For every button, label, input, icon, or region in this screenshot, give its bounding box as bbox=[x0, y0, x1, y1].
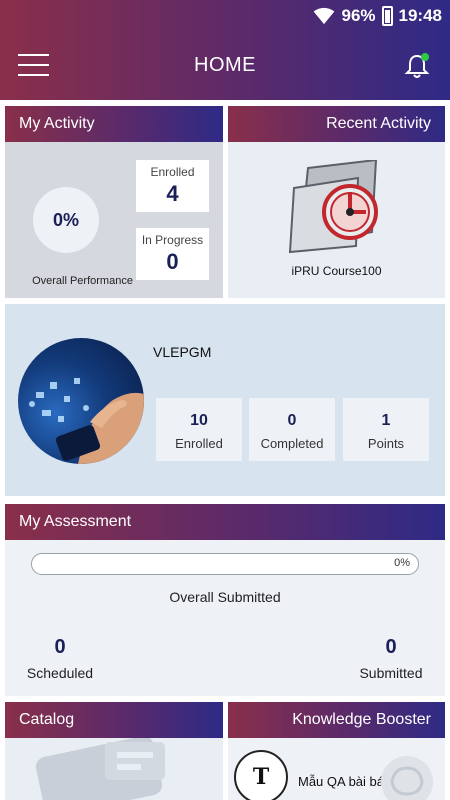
scheduled-stat: 0 Scheduled bbox=[25, 636, 95, 681]
course-icon bbox=[288, 160, 378, 254]
in-progress-box: In Progress 0 bbox=[136, 228, 209, 280]
catalog-card[interactable] bbox=[5, 738, 223, 800]
profile-card: VLEPGM 10 Enrolled 0 Completed 1 Points bbox=[5, 304, 445, 496]
in-progress-value: 0 bbox=[166, 249, 179, 274]
top-bar: 96% 19:48 HOME bbox=[0, 0, 450, 100]
profile-stat-value: 10 bbox=[190, 412, 208, 429]
submitted-stat: 0 Submitted bbox=[353, 636, 429, 681]
performance-label: Overall Performance bbox=[32, 275, 133, 287]
recent-activity-card[interactable]: iPRU Course100 bbox=[228, 142, 445, 298]
knowledge-booster-card[interactable]: T Mẫu QA bài báo bbox=[228, 738, 445, 800]
assessment-progress-bar: 0% bbox=[31, 553, 419, 575]
profile-stat-completed[interactable]: 0 Completed bbox=[249, 398, 335, 461]
profile-stat-label: Enrolled bbox=[175, 436, 223, 451]
profile-stat-value: 0 bbox=[287, 412, 297, 429]
bell-icon[interactable] bbox=[404, 52, 430, 80]
profile-name: VLEPGM bbox=[153, 344, 212, 360]
profile-stat-points[interactable]: 1 Points bbox=[343, 398, 429, 461]
battery-percent: 96% bbox=[341, 6, 376, 25]
knowledge-booster-header[interactable]: Knowledge Booster bbox=[228, 702, 445, 738]
clock: 19:48 bbox=[398, 6, 442, 25]
page-title: HOME bbox=[194, 54, 256, 76]
profile-stat-label: Points bbox=[367, 436, 405, 451]
catalog-icon bbox=[35, 738, 165, 800]
avatar-image bbox=[29, 378, 144, 464]
profile-stat-enrolled[interactable]: 10 Enrolled bbox=[156, 398, 242, 461]
profile-stat-label: Completed bbox=[260, 436, 324, 451]
catalog-header[interactable]: Catalog bbox=[5, 702, 223, 738]
course-name: iPRU Course100 bbox=[291, 264, 382, 278]
battery-icon bbox=[381, 6, 393, 26]
submitted-value: 0 bbox=[385, 636, 397, 658]
my-activity-card[interactable]: 0% Overall Performance Enrolled 4 In Pro… bbox=[5, 142, 223, 298]
status-bar: 96% 19:48 bbox=[313, 0, 442, 32]
wifi-icon bbox=[314, 7, 335, 25]
my-assessment-card[interactable]: 0% Overall Submitted 0 Scheduled 0 Submi… bbox=[5, 540, 445, 696]
assessment-caption: Overall Submitted bbox=[169, 589, 281, 605]
brain-icon bbox=[381, 756, 433, 800]
item-badge: T bbox=[234, 750, 288, 800]
profile-stat-value: 1 bbox=[381, 412, 391, 429]
submitted-label: Submitted bbox=[359, 665, 423, 681]
progress-percent: 0% bbox=[394, 557, 410, 569]
recent-activity-header[interactable]: Recent Activity bbox=[228, 106, 445, 142]
enrolled-box: Enrolled 4 bbox=[136, 160, 209, 212]
my-activity-header[interactable]: My Activity bbox=[5, 106, 223, 142]
enrolled-label: Enrolled bbox=[150, 165, 195, 179]
scheduled-label: Scheduled bbox=[26, 665, 94, 681]
in-progress-label: In Progress bbox=[141, 233, 204, 247]
enrolled-value: 4 bbox=[166, 181, 179, 206]
app-bar: HOME bbox=[0, 40, 450, 94]
scheduled-value: 0 bbox=[54, 636, 66, 658]
performance-circle: 0% bbox=[33, 187, 99, 253]
avatar[interactable] bbox=[18, 338, 144, 464]
my-assessment-header[interactable]: My Assessment bbox=[5, 504, 445, 540]
